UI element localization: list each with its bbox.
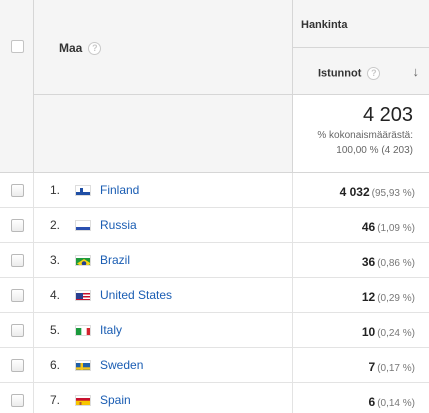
sort-descending-icon[interactable]: ↓ <box>413 64 420 79</box>
row-value-cell: 36 (0,86 %) <box>293 243 429 277</box>
row-value-cell: 10 (0,24 %) <box>293 313 429 347</box>
row-dimension-cell: 6. Sweden <box>34 348 293 382</box>
row-checkbox-cell <box>0 278 34 312</box>
sessions-value: 7 <box>368 360 376 374</box>
row-value-cell: 46 (1,09 %) <box>293 208 429 242</box>
help-icon[interactable]: ? <box>367 67 381 80</box>
row-checkbox[interactable] <box>11 184 24 197</box>
country-link[interactable]: Italy <box>100 323 122 337</box>
country-link[interactable]: United States <box>100 288 172 302</box>
sessions-percent: (0,24 %) <box>377 328 415 339</box>
row-checkbox-cell <box>0 383 34 413</box>
row-checkbox[interactable] <box>11 289 24 302</box>
report-table: Maa? Hankinta Istunnot? ↓ 4 203 % kokona… <box>0 0 429 413</box>
group-header: Hankinta <box>293 0 429 48</box>
sessions-percent: (0,29 %) <box>377 293 415 304</box>
table-row: 2. Russia 46 (1,09 %) <box>0 208 429 243</box>
sessions-percent: (95,93 %) <box>371 188 415 199</box>
brazil-flag-icon <box>75 255 91 266</box>
totals-cell: 4 203 % kokonaismäärästä: 100,00 % (4 20… <box>293 95 429 173</box>
sessions-value: 10 <box>361 325 376 339</box>
sessions-percent: (0,17 %) <box>377 363 415 374</box>
country-link[interactable]: Sweden <box>100 358 143 372</box>
metric-header[interactable]: Istunnot? ↓ <box>293 48 429 95</box>
row-index: 6. <box>50 358 61 372</box>
row-index: 1. <box>50 183 61 197</box>
row-checkbox-cell <box>0 348 34 382</box>
row-dimension-cell: 4. United States <box>34 278 293 312</box>
dimension-header-label: Maa? <box>59 41 102 56</box>
row-index: 5. <box>50 323 61 337</box>
row-index: 2. <box>50 218 61 232</box>
country-link[interactable]: Spain <box>100 393 131 407</box>
country-link[interactable]: Russia <box>100 218 137 232</box>
row-dimension-cell: 1. Finland <box>34 173 293 207</box>
row-index: 3. <box>50 253 61 267</box>
country-link[interactable]: Brazil <box>100 253 130 267</box>
table-row: 5. Italy 10 (0,24 %) <box>0 313 429 348</box>
country-link[interactable]: Finland <box>100 183 139 197</box>
row-checkbox-cell <box>0 313 34 347</box>
totals-percent-label: % kokonaismäärästä: <box>317 130 413 141</box>
finland-flag-icon <box>75 185 91 196</box>
russia-flag-icon <box>75 220 91 231</box>
row-checkbox[interactable] <box>11 254 24 267</box>
row-checkbox[interactable] <box>11 359 24 372</box>
totals-percent-value: 100,00 % (4 203) <box>336 145 413 156</box>
sweden-flag-icon <box>75 360 91 371</box>
table-row: 6. Sweden 7 (0,17 %) <box>0 348 429 383</box>
sessions-value: 12 <box>361 290 376 304</box>
row-value-cell: 4 032 (95,93 %) <box>293 173 429 207</box>
row-index: 4. <box>50 288 61 302</box>
dimension-header-text: Maa <box>59 41 83 55</box>
sessions-value: 4 032 <box>339 185 370 199</box>
row-checkbox-cell <box>0 173 34 207</box>
spain-flag-icon <box>75 395 91 406</box>
sessions-percent: (1,09 %) <box>377 223 415 234</box>
italy-flag-icon <box>75 325 91 336</box>
metric-header-label: Istunnot? <box>318 67 381 80</box>
row-index: 7. <box>50 393 61 407</box>
select-all-checkbox[interactable] <box>11 40 24 53</box>
usa-flag-icon <box>75 290 91 301</box>
help-icon[interactable]: ? <box>88 42 102 56</box>
dimension-header[interactable]: Maa? <box>34 0 293 95</box>
table-row: 3. Brazil 36 (0,86 %) <box>0 243 429 278</box>
row-checkbox[interactable] <box>11 394 24 407</box>
row-checkbox[interactable] <box>11 324 24 337</box>
row-value-cell: 6 (0,14 %) <box>293 383 429 413</box>
row-checkbox-cell <box>0 243 34 277</box>
row-value-cell: 7 (0,17 %) <box>293 348 429 382</box>
row-dimension-cell: 5. Italy <box>34 313 293 347</box>
sessions-value: 36 <box>361 255 376 269</box>
row-checkbox[interactable] <box>11 219 24 232</box>
sessions-percent: (0,14 %) <box>377 398 415 409</box>
metric-header-text: Istunnot <box>318 67 362 80</box>
table-row: 1. Finland 4 032 (95,93 %) <box>0 173 429 208</box>
header-checkbox-cell <box>0 0 34 173</box>
row-value-cell: 12 (0,29 %) <box>293 278 429 312</box>
group-header-label: Hankinta <box>301 19 348 31</box>
row-dimension-cell: 3. Brazil <box>34 243 293 277</box>
totals-label-cell <box>34 95 293 173</box>
row-dimension-cell: 2. Russia <box>34 208 293 242</box>
sessions-percent: (0,86 %) <box>377 258 415 269</box>
row-checkbox-cell <box>0 208 34 242</box>
sessions-value: 46 <box>361 220 376 234</box>
totals-value: 4 203 <box>362 104 413 126</box>
table-row: 4. United States 12 (0,29 %) <box>0 278 429 313</box>
row-dimension-cell: 7. Spain <box>34 383 293 413</box>
sessions-value: 6 <box>368 395 376 409</box>
table-row: 7. Spain 6 (0,14 %) <box>0 383 429 413</box>
